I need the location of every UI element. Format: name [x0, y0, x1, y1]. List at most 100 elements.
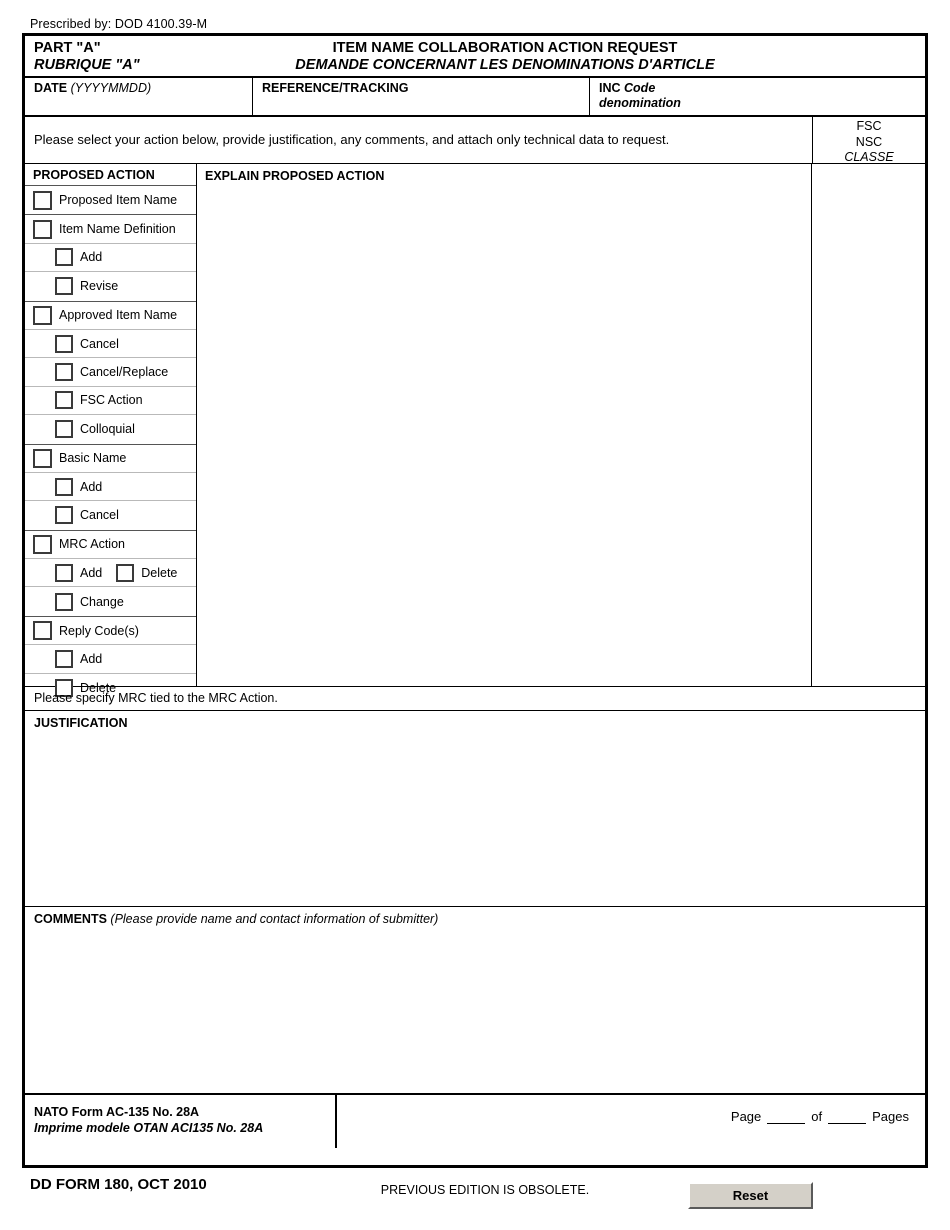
justification-cell[interactable]: JUSTIFICATION — [25, 711, 925, 907]
checkbox-colloquial[interactable] — [55, 420, 73, 439]
nato-form-en: NATO Form AC-135 No. 28A — [34, 1105, 200, 1119]
action-row: Approved Item Name — [25, 302, 196, 330]
fsc-label: FSC — [856, 119, 882, 133]
fsc-nsc-classe-value-cell[interactable] — [812, 164, 925, 686]
action-row: Reply Code(s) — [25, 617, 196, 646]
action-row: FSC Action — [25, 387, 196, 416]
nsc-label: NSC — [855, 134, 883, 149]
form-title-block: ITEM NAME COLLABORATION ACTION REQUEST D… — [25, 40, 925, 74]
action-label: Change — [80, 594, 124, 609]
page-count-cell: Page of Pages — [337, 1095, 925, 1148]
page-label: Page — [730, 1109, 762, 1124]
action-group: MRC Action Add Delete Change — [25, 531, 196, 617]
fsc-nsc-classe-header: FSC NSC CLASSE — [812, 117, 925, 164]
inc-code-label: Code — [624, 81, 656, 95]
checkbox-approved-item-name[interactable] — [33, 305, 52, 325]
checkbox-add[interactable] — [55, 477, 73, 496]
form-title-fr: DEMANDE CONCERNANT LES DENOMINATIONS D'A… — [295, 57, 715, 73]
action-row: Cancel — [25, 501, 196, 529]
action-row: Add — [25, 244, 196, 273]
inc-code-cell[interactable]: INC Code denomination — [590, 78, 925, 115]
action-row: Colloquial — [25, 415, 196, 443]
action-label: Add — [80, 479, 103, 494]
action-row: Cancel/Replace — [25, 358, 196, 387]
form-outer-box: PART "A" RUBRIQUE "A" ITEM NAME COLLABOR… — [22, 33, 928, 1168]
checkbox-cancel-replace[interactable] — [55, 363, 73, 382]
checkbox-delete[interactable] — [116, 563, 135, 582]
action-row: Add Delete — [25, 559, 196, 588]
action-label: Proposed Item Name — [59, 193, 178, 208]
action-row: Basic Name — [25, 445, 196, 473]
form-footer-band: NATO Form AC-135 No. 28A Imprime modele … — [25, 1095, 925, 1148]
checkbox-add[interactable] — [55, 248, 73, 267]
action-row: Item Name Definition — [25, 215, 196, 244]
comments-header-line: COMMENTS (Please provide name and contac… — [34, 912, 925, 926]
proposed-action-groups: Proposed Item Name Item Name Definition Ad… — [25, 186, 196, 702]
checkbox-add[interactable] — [55, 649, 73, 668]
comments-cell[interactable]: COMMENTS (Please provide name and contac… — [25, 907, 925, 1095]
action-label: Cancel — [80, 336, 119, 351]
pages-label: Pages — [872, 1109, 909, 1124]
action-label: Cancel — [80, 508, 119, 523]
action-row: Add — [25, 473, 196, 502]
reference-tracking-label: REFERENCE/TRACKING — [262, 81, 409, 95]
checkbox-item-name-definition[interactable] — [33, 219, 52, 239]
action-group: Basic Name Add Cancel — [25, 445, 196, 531]
proposed-action-column: PROPOSED ACTION Proposed Item Name Item N… — [25, 164, 197, 697]
date-field-cell[interactable]: DATE (YYYYMMDD) — [25, 78, 253, 115]
date-label: DATE — [34, 81, 68, 95]
action-label: Reply Code(s) — [59, 623, 139, 638]
checkbox-change[interactable] — [55, 592, 73, 611]
comments-hint: (Please provide name and contact informa… — [110, 912, 439, 926]
checkbox-add[interactable] — [55, 563, 73, 582]
action-label: Add — [80, 651, 103, 666]
page-number-input[interactable] — [767, 1109, 806, 1124]
total-pages-input[interactable] — [828, 1109, 867, 1124]
action-row: MRC Action — [25, 531, 196, 560]
action-label: Basic Name — [59, 451, 127, 466]
action-row: Add — [25, 645, 196, 674]
reference-tracking-cell[interactable]: REFERENCE/TRACKING — [253, 78, 590, 115]
checkbox-cancel[interactable] — [55, 334, 73, 353]
form-title-en: ITEM NAME COLLABORATION ACTION REQUEST — [332, 40, 678, 56]
inc-label: INC — [599, 81, 621, 95]
checkbox-fsc-action[interactable] — [55, 391, 73, 410]
action-label: MRC Action — [59, 537, 125, 552]
prescribed-by-text: Prescribed by: DOD 4100.39-M — [30, 17, 208, 31]
title-band: PART "A" RUBRIQUE "A" ITEM NAME COLLABOR… — [25, 36, 925, 78]
action-label: Cancel/Replace — [80, 365, 169, 380]
checkbox-proposed-item-name[interactable] — [33, 190, 52, 210]
nato-form-fr: Imprime modele OTAN ACI135 No. 28A — [34, 1121, 264, 1135]
inc-denomination-label: denomination — [599, 96, 681, 110]
action-label: Delete — [141, 565, 178, 580]
of-label: of — [811, 1109, 823, 1124]
reset-button[interactable]: Reset — [688, 1182, 813, 1209]
checkbox-cancel[interactable] — [55, 506, 73, 525]
action-row: Proposed Item Name — [25, 186, 196, 214]
identification-row: DATE (YYYYMMDD) REFERENCE/TRACKING INC C… — [25, 78, 925, 117]
nato-form-block: NATO Form AC-135 No. 28A Imprime modele … — [25, 1095, 337, 1148]
proposed-action-header: PROPOSED ACTION — [25, 164, 196, 186]
action-label: Item Name Definition — [59, 222, 176, 237]
checkbox-reply-code-s[interactable] — [33, 621, 52, 641]
checkbox-mrc-action[interactable] — [33, 534, 52, 554]
action-label: Approved Item Name — [59, 308, 178, 323]
explain-proposed-action-header: EXPLAIN PROPOSED ACTION — [205, 169, 385, 183]
checkbox-basic-name[interactable] — [33, 448, 52, 468]
justification-header: JUSTIFICATION — [34, 716, 128, 730]
checkbox-revise[interactable] — [55, 277, 73, 296]
action-row: Cancel — [25, 330, 196, 359]
page-count-group: Page of Pages — [731, 1109, 909, 1124]
instruction-text: Please select your action below, provide… — [34, 132, 670, 147]
action-group: Approved Item Name Cancel Cancel/Replace FS… — [25, 302, 196, 445]
date-format-hint: (YYYYMMDD) — [70, 81, 152, 95]
action-label: Add — [80, 565, 103, 580]
action-label: FSC Action — [80, 393, 143, 408]
action-explain-band: PROPOSED ACTION Proposed Item Name Item N… — [25, 164, 925, 697]
action-label: Colloquial — [80, 422, 135, 437]
action-row: Change — [25, 587, 196, 615]
mrc-note-row: Please specify MRC tied to the MRC Actio… — [25, 687, 925, 711]
inc-label-line: INC Code — [599, 81, 925, 96]
instruction-row: Please select your action below, provide… — [25, 117, 925, 164]
explain-proposed-action-cell[interactable]: EXPLAIN PROPOSED ACTION — [197, 164, 812, 686]
